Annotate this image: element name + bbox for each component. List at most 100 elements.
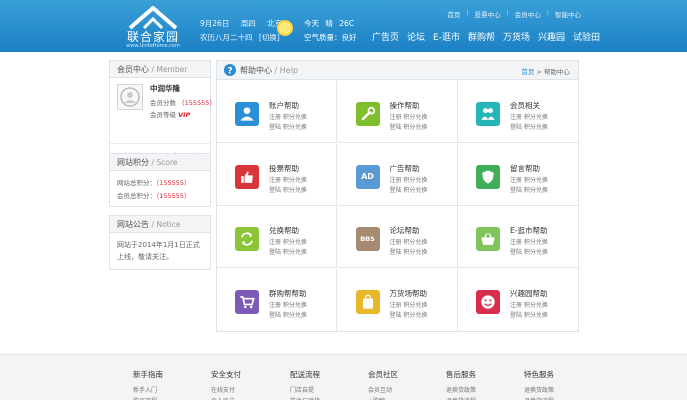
help-item-link[interactable]: 注册 积分兑换: [390, 237, 428, 246]
footer-column-title: 新手指南: [133, 370, 163, 379]
top-link-smart[interactable]: 智能中心: [555, 9, 581, 19]
member-score: 会员分数 （155555）: [150, 97, 216, 107]
help-icon: ?: [224, 64, 236, 77]
footer-link[interactable]: +购物: [368, 396, 438, 400]
help-item-link[interactable]: 注册 积分兑换: [269, 175, 307, 184]
help-item-title[interactable]: 兑换帮助: [269, 225, 299, 236]
help-item-link[interactable]: 登陆 积分兑换: [269, 310, 307, 319]
help-item[interactable]: BBS 论坛帮助 注册 积分兑换 登陆 积分兑换: [337, 206, 458, 268]
help-item-link[interactable]: 登陆 积分兑换: [510, 185, 548, 194]
score-box-title-en: Score: [156, 158, 178, 167]
help-item-title[interactable]: 留言帮助: [510, 163, 540, 174]
help-panel-title: 帮助中心 / Help: [240, 66, 299, 75]
score-label: 会员总积分：: [117, 192, 156, 200]
help-item-title[interactable]: E-逛市帮助: [510, 225, 547, 236]
footer-link[interactable]: 退换货流程: [446, 396, 516, 400]
cart-icon: [235, 289, 259, 314]
help-item[interactable]: 兴趣园帮助 注册 积分兑换 登陆 积分兑换: [458, 269, 578, 331]
help-item-link[interactable]: 注册 积分兑换: [269, 237, 307, 246]
score-value: （155555）: [156, 179, 191, 187]
help-item-title[interactable]: 操作帮助: [390, 100, 420, 111]
help-item-title[interactable]: 万货场帮助: [390, 288, 428, 299]
weekday-text: 周四: [240, 19, 256, 28]
footer-column: 会员社区会员互动+购物: [368, 369, 438, 400]
help-item[interactable]: 会员相关 注册 积分兑换 登陆 积分兑换: [458, 81, 578, 143]
help-item[interactable]: 万货场帮助 注册 积分兑换 登陆 积分兑换: [338, 268, 458, 331]
main-nav: 广告页 论坛 E-逛市 群购帮 万货场 兴趣园 试验田: [372, 30, 608, 43]
help-item-link[interactable]: 注册 积分兑换: [390, 175, 428, 184]
breadcrumb-home[interactable]: 首页: [521, 68, 534, 76]
help-item-link[interactable]: 登陆 积分兑换: [269, 247, 307, 256]
help-item[interactable]: 群购帮帮助 注册 积分兑换 登陆 积分兑换: [217, 268, 337, 331]
score-value: （155555）: [156, 192, 191, 200]
help-item-link[interactable]: 登陆 积分兑换: [269, 122, 307, 131]
avatar[interactable]: [117, 84, 143, 110]
help-item-link[interactable]: 注册 积分兑换: [390, 300, 428, 309]
notice-box-header: 网站公告 / Notice: [110, 216, 210, 233]
thumbs-up-icon: [235, 164, 259, 189]
weather-cond: 晴: [325, 19, 333, 28]
top-link-home[interactable]: 首页: [447, 9, 460, 19]
help-item-title[interactable]: 账户帮助: [269, 100, 299, 111]
ad-icon: AD: [355, 164, 380, 189]
help-item-link[interactable]: 注册 积分兑换: [269, 300, 307, 309]
notice-box: 网站公告 / Notice 网站于2014年1月1日正式上线，敬请关注。: [109, 215, 211, 270]
help-item-link[interactable]: 登陆 积分兑换: [390, 310, 428, 319]
help-item-link[interactable]: 登陆 积分兑换: [510, 122, 548, 131]
footer-link[interactable]: 在线支付: [211, 385, 281, 396]
help-item-link[interactable]: 登陆 积分兑换: [390, 122, 428, 131]
help-item-link[interactable]: 注册 积分兑换: [510, 112, 548, 121]
help-item-title[interactable]: 广告帮助: [390, 163, 420, 174]
help-item-link[interactable]: 登陆 积分兑换: [390, 247, 428, 256]
help-item[interactable]: 兑换帮助 注册 积分兑换 登陆 积分兑换: [217, 206, 337, 268]
help-item-title[interactable]: 兴趣园帮助: [510, 288, 548, 299]
top-links: 首页 | 投票中心 | 会员中心 | 智能中心: [447, 9, 581, 19]
help-item-link[interactable]: 登陆 积分兑换: [510, 247, 548, 256]
footer-link[interactable]: 签收与验货: [290, 396, 360, 400]
help-item[interactable]: AD 广告帮助 注册 积分兑换 登陆 积分兑换: [337, 143, 458, 206]
help-title-cn: 帮助中心: [240, 66, 272, 75]
help-item-link[interactable]: 注册 积分兑换: [510, 237, 548, 246]
nav-item-ads[interactable]: 广告页: [372, 30, 399, 43]
footer-link[interactable]: 个人账户: [211, 396, 281, 400]
nav-item-groupbuy[interactable]: 群购帮: [468, 30, 495, 43]
help-item-title[interactable]: 群购帮帮助: [269, 288, 307, 299]
help-item[interactable]: 留言帮助 注册 积分兑换 登陆 积分兑换: [458, 144, 578, 206]
footer-link[interactable]: 退换货政策: [446, 385, 516, 396]
footer-link[interactable]: 新手入门: [133, 385, 203, 396]
notice-text[interactable]: 网站于2014年1月1日正式上线，敬请关注。: [110, 233, 210, 269]
help-title-en: Help: [279, 66, 299, 75]
footer-column-title: 配送流程: [290, 370, 320, 379]
footer-link[interactable]: 会员互动: [368, 385, 438, 396]
help-item-title[interactable]: 会员相关: [510, 100, 540, 111]
nav-item-trial[interactable]: 试验田: [573, 30, 600, 43]
help-item[interactable]: E-逛市帮助 注册 积分兑换 登陆 积分兑换: [458, 206, 578, 268]
footer-link[interactable]: 退换货政策: [524, 385, 594, 396]
date-text: 9月26日: [200, 19, 230, 28]
help-item-link[interactable]: 登陆 积分兑换: [390, 185, 428, 194]
footer-link[interactable]: 退换货流程: [524, 396, 594, 400]
nav-item-forum[interactable]: 论坛: [407, 30, 425, 43]
site-logo[interactable]: 联合家园 www.UniteHome.com: [122, 6, 184, 49]
top-link-vote[interactable]: 投票中心: [475, 9, 501, 19]
help-item[interactable]: 账户帮助 注册 积分兑换 登陆 积分兑换: [217, 81, 337, 143]
help-item-link[interactable]: 注册 积分兑换: [510, 300, 548, 309]
footer-link[interactable]: 门店自提: [290, 385, 360, 396]
footer-link[interactable]: 购买流程: [133, 396, 203, 400]
top-link-member[interactable]: 会员中心: [515, 9, 541, 19]
nav-item-interest[interactable]: 兴趣园: [538, 30, 565, 43]
site-footer: 新手指南新手入门购买流程安全支付在线支付个人账户配送流程门店自提签收与验货会员社…: [0, 354, 687, 400]
help-item-link[interactable]: 注册 积分兑换: [390, 112, 428, 121]
help-item-link[interactable]: 注册 积分兑换: [510, 175, 548, 184]
help-item-title[interactable]: 投票帮助: [269, 163, 299, 174]
help-grid: 账户帮助 注册 积分兑换 登陆 积分兑换 操作帮助 注册 积分兑换 登陆 积分兑换 会员相关…: [217, 81, 578, 332]
user-icon: [235, 102, 259, 126]
help-item-link[interactable]: 登陆 积分兑换: [510, 310, 548, 319]
help-item-title[interactable]: 论坛帮助: [390, 225, 420, 236]
help-item[interactable]: 操作帮助 注册 积分兑换 登陆 积分兑换: [337, 81, 458, 143]
help-item[interactable]: 投票帮助 注册 积分兑换 登陆 积分兑换: [217, 143, 337, 206]
nav-item-goods[interactable]: 万货场: [503, 30, 530, 43]
help-item-link[interactable]: 登陆 积分兑换: [269, 185, 307, 194]
help-item-link[interactable]: 注册 积分兑换: [269, 112, 307, 121]
nav-item-emarket[interactable]: E-逛市: [433, 30, 460, 43]
